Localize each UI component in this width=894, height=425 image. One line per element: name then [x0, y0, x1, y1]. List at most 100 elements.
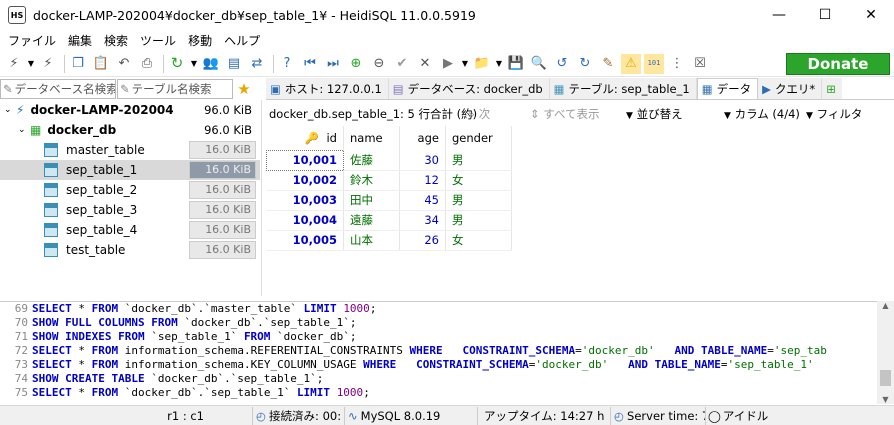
cell-age[interactable]: 12 — [399, 170, 446, 191]
cell-gender[interactable]: 女 — [445, 170, 512, 191]
cell-age[interactable]: 30 — [399, 150, 446, 171]
cell-name[interactable]: 田中 — [343, 190, 400, 211]
dropdown-arrow-icon[interactable]: ▼ — [461, 54, 469, 74]
broom-icon[interactable]: ✎ — [598, 54, 618, 74]
find-icon[interactable]: 🔍 — [529, 54, 549, 74]
tree-item-table[interactable]: sep_table_2 16.0 KiB — [0, 180, 260, 200]
cell-age[interactable]: 45 — [399, 190, 446, 211]
cancel-row-icon[interactable]: ✕ — [415, 54, 435, 74]
dropdown-arrow-icon[interactable]: ▼ — [495, 54, 503, 74]
dropdown-arrow-icon[interactable]: ▼ — [190, 54, 198, 74]
table-row[interactable]: 10,001 佐藤 30 男 — [266, 149, 512, 171]
scroll-thumb[interactable] — [880, 370, 891, 386]
sql-log[interactable]: 69 SELECT * FROM `docker_db`.`master_tabl… — [0, 301, 894, 404]
export-icon[interactable]: ⇄ — [247, 54, 267, 74]
paste-icon[interactable]: 📋 — [91, 54, 111, 74]
add-row-icon[interactable]: ⊕ — [346, 54, 366, 74]
tree-item-table[interactable]: test_table 16.0 KiB — [0, 240, 260, 260]
next-button[interactable]: » 次 — [468, 106, 518, 122]
help-icon[interactable]: ? — [277, 54, 297, 74]
cell-gender[interactable]: 男 — [445, 210, 512, 231]
table-row[interactable]: 10,005 山本 26 女 — [266, 230, 512, 251]
donate-button[interactable]: Donate — [786, 53, 890, 75]
collapse-arrow-icon[interactable]: ⌄ — [0, 105, 16, 115]
run-icon[interactable]: ▶ — [438, 54, 458, 74]
first-record-icon[interactable]: ⏮ — [300, 54, 320, 74]
refresh-icon[interactable]: ↻ — [167, 54, 187, 74]
database-filter-input[interactable]: ✎ データベース名検索 — [0, 78, 116, 99]
cell-name[interactable]: 遠藤 — [343, 210, 400, 231]
menu-edit[interactable]: 編集 — [63, 32, 99, 49]
favorites-star-icon[interactable]: ★ — [233, 79, 255, 99]
open-folder-icon[interactable]: 📁 — [472, 54, 492, 74]
tab-host[interactable]: ▣ ホスト: 127.0.0.1 — [266, 78, 389, 99]
more-icon[interactable]: ⋮ — [667, 54, 687, 74]
warning-icon[interactable]: ⚠ — [621, 53, 641, 74]
reformat-icon[interactable]: ↻ — [575, 54, 595, 74]
user-manager-icon[interactable]: 👥 — [201, 54, 221, 74]
cell-age[interactable]: 34 — [399, 210, 446, 231]
show-all-button[interactable]: ⇕ すべて表示 — [530, 106, 626, 122]
last-record-icon[interactable]: ⏭ — [323, 54, 343, 74]
scroll-down-icon[interactable]: ▼ — [877, 395, 894, 404]
minimize-button[interactable]: — — [756, 0, 802, 30]
delete-row-icon[interactable]: ⊖ — [369, 54, 389, 74]
menu-file[interactable]: ファイル — [3, 32, 63, 49]
tab-database[interactable]: ▤ データベース: docker_db — [388, 78, 550, 99]
tab-query[interactable]: ▶ クエリ* — [758, 78, 823, 99]
tab-data[interactable]: ▦ データ — [696, 78, 759, 99]
cell-id[interactable]: 10,003 — [266, 190, 344, 211]
sort-button[interactable]: ▼ 並び替え — [626, 106, 724, 122]
copy-icon[interactable]: ❐ — [68, 54, 88, 74]
tree-item-table-selected[interactable]: sep_table_1 16.0 KiB — [0, 160, 260, 180]
cell-gender[interactable]: 女 — [445, 230, 512, 251]
table-filter-input[interactable]: ✎ テーブル名検索 — [117, 78, 233, 99]
collapse-arrow-icon[interactable]: ⌄ — [0, 125, 30, 135]
column-header-name[interactable]: name — [343, 126, 400, 150]
table-row[interactable]: 10,003 田中 45 男 — [266, 190, 512, 211]
cell-id[interactable]: 10,002 — [266, 170, 344, 191]
post-row-icon[interactable]: ✔ — [392, 54, 412, 74]
tree-item-table[interactable]: sep_table_4 16.0 KiB — [0, 220, 260, 240]
cell-id[interactable]: 10,001 — [266, 149, 344, 171]
cell-id[interactable]: 10,005 — [266, 230, 344, 251]
menu-help[interactable]: ヘルプ — [219, 32, 267, 49]
cell-name[interactable]: 山本 — [343, 230, 400, 251]
tab-table[interactable]: ▦ テーブル: sep_table_1 — [549, 78, 697, 99]
table-row[interactable]: 10,002 鈴木 12 女 — [266, 170, 512, 191]
sql-log-scrollbar[interactable]: ▲ ▼ — [877, 301, 894, 404]
replace-icon[interactable]: ↺ — [552, 54, 572, 74]
save-icon[interactable]: 💾 — [506, 54, 526, 74]
column-header-gender[interactable]: gender — [445, 126, 512, 150]
binary-mode-icon[interactable]: 101 — [644, 53, 664, 74]
tree-item-table[interactable]: sep_table_3 16.0 KiB — [0, 200, 260, 220]
tree-item-server[interactable]: ⌄ ⚡ docker-LAMP-202004 96.0 KiB — [0, 100, 260, 120]
filter-button[interactable]: ▼ フィルタ — [806, 106, 862, 122]
cell-gender[interactable]: 男 — [445, 150, 512, 171]
menu-tools[interactable]: ツール — [135, 32, 183, 49]
new-query-tab-button[interactable]: ⊞ — [822, 78, 842, 99]
close-tab-icon[interactable]: ☒ — [690, 54, 710, 74]
cell-id[interactable]: 10,004 — [266, 210, 344, 231]
close-button[interactable]: ✕ — [848, 0, 894, 30]
tree-item-table[interactable]: master_table 16.0 KiB — [0, 140, 260, 160]
cell-name[interactable]: 佐藤 — [343, 150, 400, 171]
undo-icon[interactable]: ↶ — [114, 54, 134, 74]
dropdown-arrow-icon[interactable]: ▼ — [27, 54, 35, 74]
cell-age[interactable]: 26 — [399, 230, 446, 251]
table-row[interactable]: 10,004 遠藤 34 男 — [266, 210, 512, 231]
maximize-button[interactable]: ☐ — [802, 0, 848, 30]
import-icon[interactable]: ▤ — [224, 54, 244, 74]
cell-name[interactable]: 鈴木 — [343, 170, 400, 191]
column-header-id[interactable]: 🔑 id — [266, 126, 344, 150]
columns-button[interactable]: ▼ カラム (4/4) — [724, 106, 806, 122]
tree-item-database[interactable]: ⌄ ▦ docker_db 96.0 KiB — [0, 120, 260, 140]
menu-search[interactable]: 検索 — [99, 32, 135, 49]
cell-gender[interactable]: 男 — [445, 190, 512, 211]
session-manager-icon[interactable]: ⚡ — [4, 54, 24, 74]
column-header-age[interactable]: age — [399, 126, 446, 150]
disconnect-icon[interactable]: ⚡ — [38, 54, 58, 74]
scroll-up-icon[interactable]: ▲ — [877, 301, 894, 315]
print-icon[interactable]: ⎙ — [137, 54, 157, 74]
menu-go[interactable]: 移動 — [183, 32, 219, 49]
